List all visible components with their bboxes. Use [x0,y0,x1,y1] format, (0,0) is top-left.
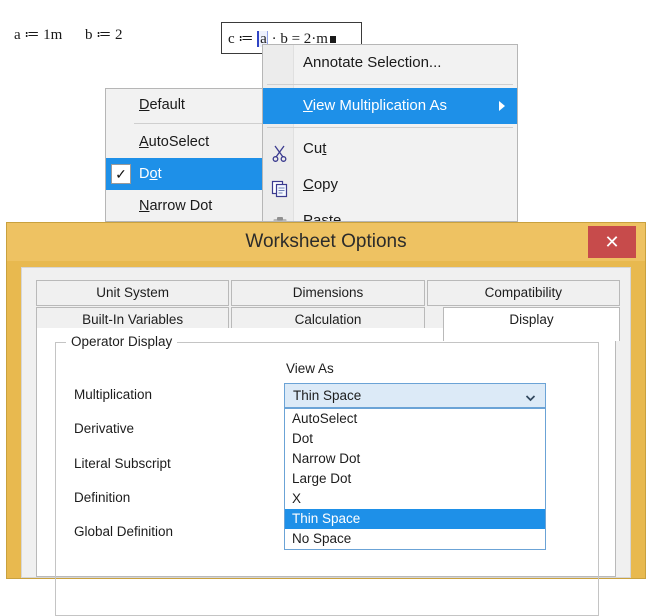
copy-icon [271,176,289,198]
tab-dimensions[interactable]: Dimensions [231,280,425,306]
context-menu-item-cut[interactable]: Cut [263,131,517,167]
operator-label-derivative: Derivative [74,421,135,436]
operator-display-groupbox-label: Operator Display [66,334,178,349]
context-menu-item-view-multiplication-as-mnemonic: V [303,97,313,114]
context-menu-item-cut-mnemonic: t [322,140,327,157]
tab-compatibility[interactable]: Compatibility [426,280,620,306]
submenu-item-autoselect[interactable]: AutoSelect [106,126,269,158]
submenu-item-narrow-dot-label: arrow Dot [149,198,213,214]
multiplication-view-as-combobox[interactable]: Thin Space [284,383,546,408]
view-multiplication-as-submenu[interactable]: Default AutoSelect ✓ Dot Narrow Dot [105,88,270,222]
submenu-item-dot[interactable]: ✓ Dot [106,158,269,190]
dropdown-option-thin-space[interactable]: Thin Space [285,509,545,529]
dialog-titlebar[interactable]: Worksheet Options ✕ [7,223,645,261]
submenu-item-narrow-dot[interactable]: Narrow Dot [106,190,269,221]
context-menu-separator-2 [267,127,513,128]
tab-bar[interactable]: Unit System Dimensions Compatibility Bui… [36,280,620,341]
context-menu-item-paste[interactable]: Paste [263,203,517,222]
dropdown-option-large-dot[interactable]: Large Dot [285,469,545,489]
operator-label-multiplication: Multiplication [74,387,153,402]
dropdown-option-autoselect[interactable]: AutoSelect [285,409,545,429]
multiplication-view-as-value: Thin Space [293,388,362,403]
multiplication-view-as-dropdown-list[interactable]: AutoSelect Dot Narrow Dot Large Dot X Th… [284,408,546,550]
dialog-title: Worksheet Options [245,231,407,252]
context-menu-item-paste-mnemonic: P [303,212,314,222]
tab-display-label: Display [509,312,554,327]
submenu-item-autoselect-mnemonic: A [139,134,149,150]
text-caret [329,36,336,43]
checkmark-icon: ✓ [111,164,131,184]
context-menu-item-annotate-selection[interactable]: Annotate Selection... [263,45,517,81]
view-as-column-header: View As [286,361,334,376]
close-icon[interactable]: ✕ [588,226,636,258]
tab-unit-system[interactable]: Unit System [36,280,230,306]
math-expression-a[interactable]: a ≔ 1m [14,25,62,44]
context-menu-item-view-multiplication-as-label: iew Multiplication As [312,97,447,114]
submenu-separator-1 [112,123,263,124]
submenu-item-autoselect-label: utoSelect [148,134,210,150]
worksheet-options-dialog[interactable]: Worksheet Options ✕ Unit System Dimensio… [6,222,646,616]
operator-label-definition: Definition [74,490,131,505]
dropdown-option-dot[interactable]: Dot [285,429,545,449]
context-menu-item-copy-mnemonic: C [303,176,314,193]
submenu-item-default[interactable]: Default [106,89,269,121]
context-menu-item-cut-label-pre: Cu [303,140,323,157]
tab-row-1: Unit System Dimensions Compatibility [36,280,620,306]
submenu-arrow-icon [499,101,505,111]
dropdown-option-no-space[interactable]: No Space [285,529,545,549]
operator-label-global-definition: Global Definition [74,524,174,539]
context-menu-separator-1 [267,84,513,85]
submenu-item-default-mnemonic: D [139,97,150,113]
clipboard-icon [271,212,289,221]
math-c-prefix: c ≔ [228,31,258,47]
submenu-item-dot-label-pre: D [139,166,150,182]
context-menu-item-copy[interactable]: Copy [263,167,517,203]
operator-label-literal-subscript: Literal Subscript [74,456,171,471]
math-expression-b[interactable]: b ≔ 2 [85,25,123,44]
operator-display-groupbox: Operator Display View As Multiplication … [55,334,599,616]
submenu-item-dot-mnemonic: o [149,166,158,182]
submenu-item-default-label: efault [149,97,185,113]
context-menu[interactable]: Annotate Selection... View Multiplicatio… [262,44,518,222]
submenu-item-narrow-dot-mnemonic: N [139,198,150,214]
context-menu-item-view-multiplication-as[interactable]: View Multiplication As [263,88,517,124]
dialog-body: Unit System Dimensions Compatibility Bui… [21,267,631,616]
submenu-item-dot-label-post: t [157,166,162,182]
context-menu-item-copy-label: opy [313,176,339,193]
context-menu-item-paste-label: aste [313,212,342,222]
context-menu-item-annotate-selection-label: Annotate Selection... [303,54,442,71]
chevron-down-icon[interactable] [525,390,536,401]
dropdown-option-x[interactable]: X [285,489,545,509]
display-tab-panel: Operator Display View As Multiplication … [36,328,616,616]
tab-display[interactable]: Display [443,307,620,341]
dropdown-option-narrow-dot[interactable]: Narrow Dot [285,449,545,469]
scissors-icon [271,140,289,162]
